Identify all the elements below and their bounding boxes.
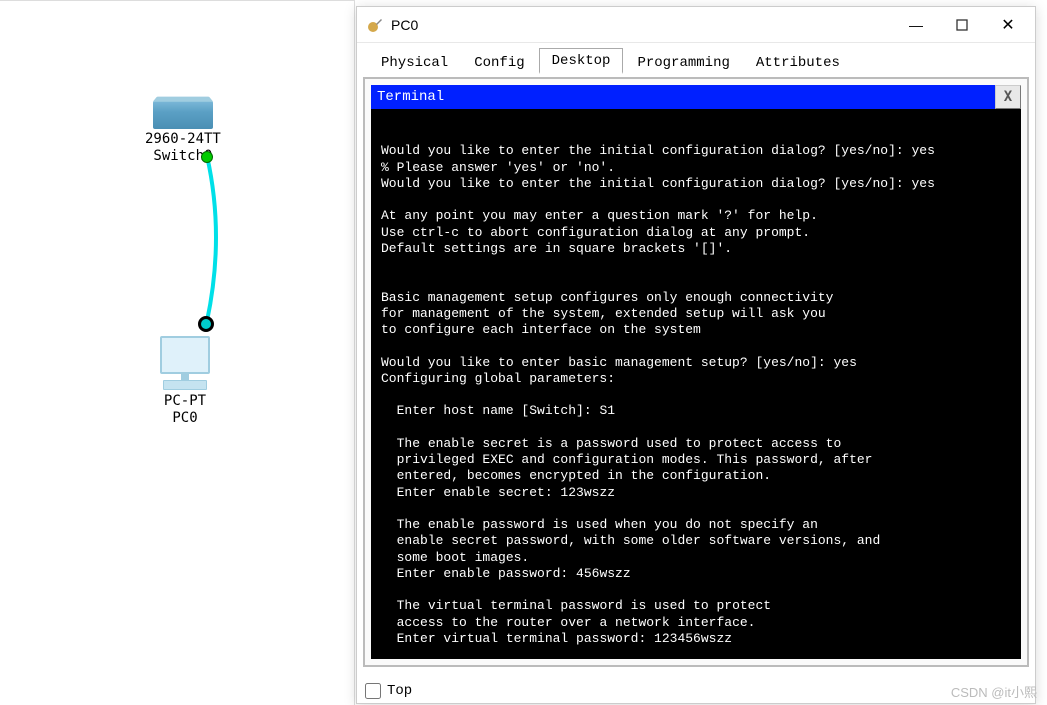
port-status-pc-icon xyxy=(198,316,214,332)
topology-canvas[interactable]: 2960-24TT Switch0 PC-PT PC0 xyxy=(0,0,355,705)
terminal-header[interactable]: Terminal X xyxy=(371,85,1021,109)
top-checkbox[interactable] xyxy=(365,683,381,699)
switch-icon xyxy=(153,101,213,129)
minimize-button[interactable]: — xyxy=(893,9,939,41)
maximize-button[interactable] xyxy=(939,9,985,41)
tab-physical[interactable]: Physical xyxy=(369,51,460,74)
device-window: PC0 — ✕ Physical Config Desktop Programm… xyxy=(356,6,1036,704)
tab-config[interactable]: Config xyxy=(462,51,536,74)
titlebar[interactable]: PC0 — ✕ xyxy=(357,7,1035,43)
pc-label: PC-PT PC0 xyxy=(155,393,215,427)
terminal-title: Terminal xyxy=(377,89,995,105)
link-cable[interactable] xyxy=(195,156,225,326)
tab-desktop[interactable]: Desktop xyxy=(539,48,624,74)
bottom-bar: Top xyxy=(365,683,412,699)
tab-attributes[interactable]: Attributes xyxy=(744,51,852,74)
tab-programming[interactable]: Programming xyxy=(625,51,741,74)
tabbar: Physical Config Desktop Programming Attr… xyxy=(357,43,1035,73)
pc-node[interactable]: PC-PT PC0 xyxy=(155,336,215,427)
tab-content: Terminal X Would you like to enter the i… xyxy=(363,77,1029,667)
window-title: PC0 xyxy=(391,17,893,33)
port-status-switch-icon xyxy=(201,151,213,163)
top-checkbox-label: Top xyxy=(387,683,412,699)
terminal-output[interactable]: Would you like to enter the initial conf… xyxy=(371,109,1021,659)
app-icon xyxy=(367,17,383,33)
close-button[interactable]: ✕ xyxy=(985,9,1031,41)
maximize-icon xyxy=(956,19,968,31)
watermark: CSDN @it小熙 xyxy=(951,682,1037,701)
pc-icon xyxy=(155,336,215,391)
terminal-close-button[interactable]: X xyxy=(995,85,1021,109)
